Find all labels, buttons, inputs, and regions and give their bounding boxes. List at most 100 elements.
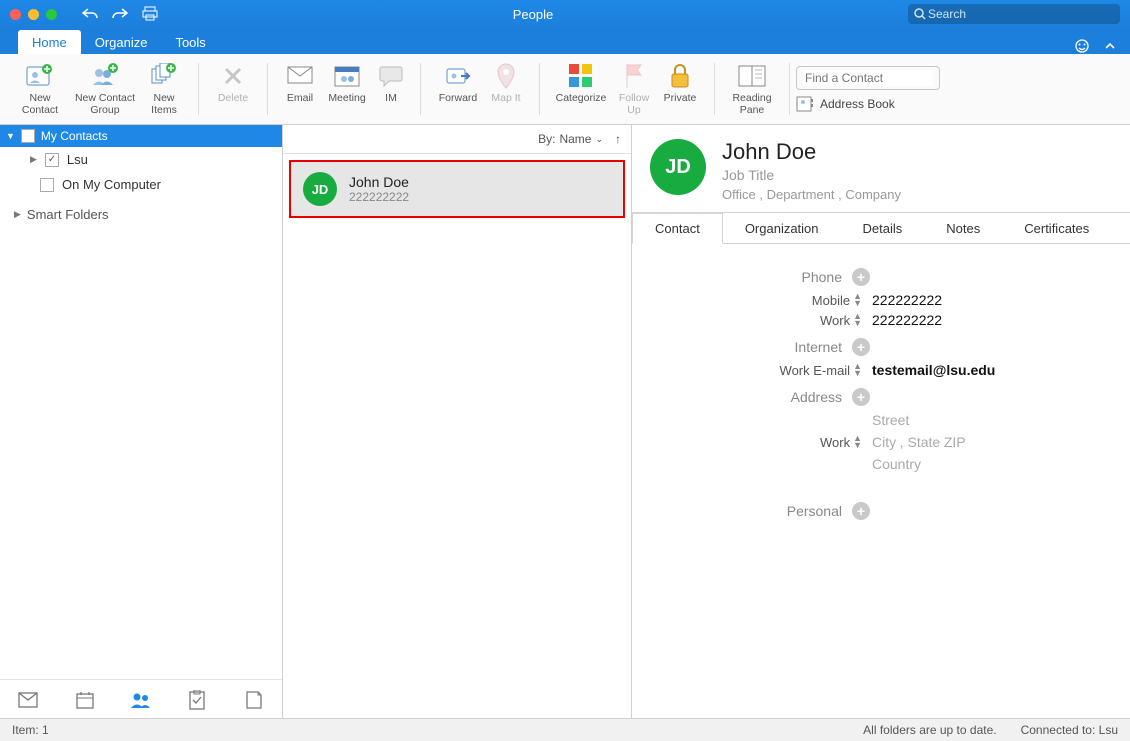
field-label-mobile[interactable]: Mobile▲▼	[632, 293, 872, 308]
sync-status: All folders are up to date.	[863, 723, 996, 737]
detail-tab-contact[interactable]: Contact	[632, 213, 723, 244]
sidebar-item-my-contacts[interactable]: ▼ My Contacts	[0, 125, 282, 147]
sidebar-item-smart-folders[interactable]: ▶ Smart Folders	[0, 197, 282, 227]
separator: ,	[759, 187, 766, 202]
sidebar-label: My Contacts	[41, 129, 108, 143]
reading-pane-button[interactable]: Reading Pane	[727, 61, 777, 117]
address-book-button[interactable]: Address Book	[796, 96, 895, 112]
disclosure-triangle-icon: ▼	[6, 131, 15, 141]
ribbon-label: New Contact	[22, 93, 58, 116]
redo-icon[interactable]	[112, 7, 128, 21]
checkbox[interactable]	[21, 129, 35, 143]
address-city[interactable]: City	[872, 434, 896, 450]
detail-tab-organization[interactable]: Organization	[723, 213, 841, 243]
find-contact-box[interactable]	[796, 66, 940, 90]
minimize-window-button[interactable]	[28, 9, 39, 20]
list-sort-header[interactable]: By: Name ⌄ ↑	[283, 125, 631, 154]
tab-organize[interactable]: Organize	[81, 30, 162, 54]
section-phone: Phone +	[632, 268, 1112, 286]
detail-meta: Office , Department , Company	[722, 187, 901, 202]
search-icon	[914, 8, 926, 20]
detail-tab-certificates[interactable]: Certificates	[1002, 213, 1111, 243]
detail-company[interactable]: Company	[845, 187, 901, 202]
private-button[interactable]: Private	[658, 61, 702, 117]
detail-tab-details[interactable]: Details	[841, 213, 925, 243]
zoom-window-button[interactable]	[46, 9, 57, 20]
meeting-button[interactable]: Meeting	[322, 61, 372, 117]
sidebar-item-on-my-computer[interactable]: On My Computer	[0, 172, 282, 197]
disclosure-triangle-icon: ▶	[30, 154, 37, 165]
add-phone-button[interactable]: +	[852, 268, 870, 286]
address-country[interactable]: Country	[872, 456, 966, 472]
find-contact-input[interactable]	[803, 70, 933, 86]
im-icon	[376, 61, 406, 91]
checkbox[interactable]: ✓	[45, 153, 59, 167]
connection-status: Connected to: Lsu	[1021, 723, 1118, 737]
add-address-button[interactable]: +	[852, 388, 870, 406]
disclosure-triangle-icon: ▶	[14, 209, 21, 220]
tab-tools[interactable]: Tools	[161, 30, 219, 54]
updown-icon: ▲▼	[853, 363, 862, 377]
ribbon-tabs: Home Organize Tools	[0, 28, 1130, 54]
close-window-button[interactable]	[10, 9, 21, 20]
address-zip[interactable]: ZIP	[944, 434, 966, 450]
ribbon-separator	[420, 63, 421, 115]
detail-name[interactable]: John Doe	[722, 139, 901, 165]
notes-module-button[interactable]	[243, 689, 265, 711]
field-value-email[interactable]: testemail@lsu.edu	[872, 362, 995, 378]
forward-button[interactable]: Forward	[433, 61, 483, 117]
undo-icon[interactable]	[82, 7, 98, 21]
new-contact-group-button[interactable]: New Contact Group	[70, 61, 140, 117]
detail-header: JD John Doe Job Title Office , Departmen…	[632, 125, 1130, 212]
add-internet-button[interactable]: +	[852, 338, 870, 356]
section-address: Address +	[632, 388, 1112, 406]
search-box[interactable]	[908, 4, 1120, 24]
tab-home[interactable]: Home	[18, 30, 81, 54]
follow-up-icon	[619, 61, 649, 91]
address-book-label: Address Book	[820, 97, 895, 111]
window-traffic-lights	[10, 9, 57, 20]
search-input[interactable]	[926, 6, 1114, 22]
detail-job-title[interactable]: Job Title	[722, 167, 901, 183]
email-icon	[285, 61, 315, 91]
categorize-button[interactable]: Categorize	[552, 61, 610, 117]
ribbon-label: Categorize	[556, 93, 607, 105]
feedback-icon[interactable]	[1074, 38, 1090, 54]
ribbon-label: Follow Up	[619, 93, 649, 116]
field-label-work-phone[interactable]: Work▲▼	[632, 313, 872, 328]
contact-list-item[interactable]: JD John Doe 222222222	[289, 160, 625, 218]
field-value-mobile[interactable]: 222222222	[872, 292, 942, 308]
new-contact-button[interactable]: New Contact	[12, 61, 68, 117]
tasks-module-button[interactable]	[186, 689, 208, 711]
detail-department[interactable]: Department	[767, 187, 835, 202]
section-heading: Address	[791, 389, 842, 405]
im-button[interactable]: IM	[374, 61, 408, 117]
status-bar: Item: 1 All folders are up to date. Conn…	[0, 718, 1130, 741]
people-module-button[interactable]	[130, 689, 152, 711]
ribbon-label: IM	[385, 93, 397, 105]
print-icon[interactable]	[142, 6, 158, 22]
field-value-work-phone[interactable]: 222222222	[872, 312, 942, 328]
sidebar-item-lsu[interactable]: ▶ ✓ Lsu	[0, 147, 282, 172]
sort-direction-icon[interactable]: ↑	[615, 132, 621, 146]
new-items-button[interactable]: New Items	[142, 61, 186, 117]
checkbox[interactable]	[40, 178, 54, 192]
email-button[interactable]: Email	[280, 61, 320, 117]
ribbon-label: Private	[664, 93, 697, 105]
field-label-work-address[interactable]: Work▲▼	[632, 435, 872, 450]
field-label-email[interactable]: Work E-mail▲▼	[632, 363, 872, 378]
new-contact-group-icon	[90, 61, 120, 91]
module-switcher	[0, 679, 282, 720]
calendar-module-button[interactable]	[74, 689, 96, 711]
mail-module-button[interactable]	[17, 689, 39, 711]
detail-office[interactable]: Office	[722, 187, 756, 202]
map-it-button: Map It	[485, 61, 527, 117]
add-personal-button[interactable]: +	[852, 502, 870, 520]
detail-tab-notes[interactable]: Notes	[924, 213, 1002, 243]
address-state[interactable]: State	[908, 434, 941, 450]
address-street[interactable]: Street	[872, 412, 966, 428]
new-items-icon	[149, 61, 179, 91]
titlebar: People	[0, 0, 1130, 28]
collapse-ribbon-icon[interactable]	[1104, 40, 1116, 52]
sidebar-label: On My Computer	[62, 177, 161, 192]
